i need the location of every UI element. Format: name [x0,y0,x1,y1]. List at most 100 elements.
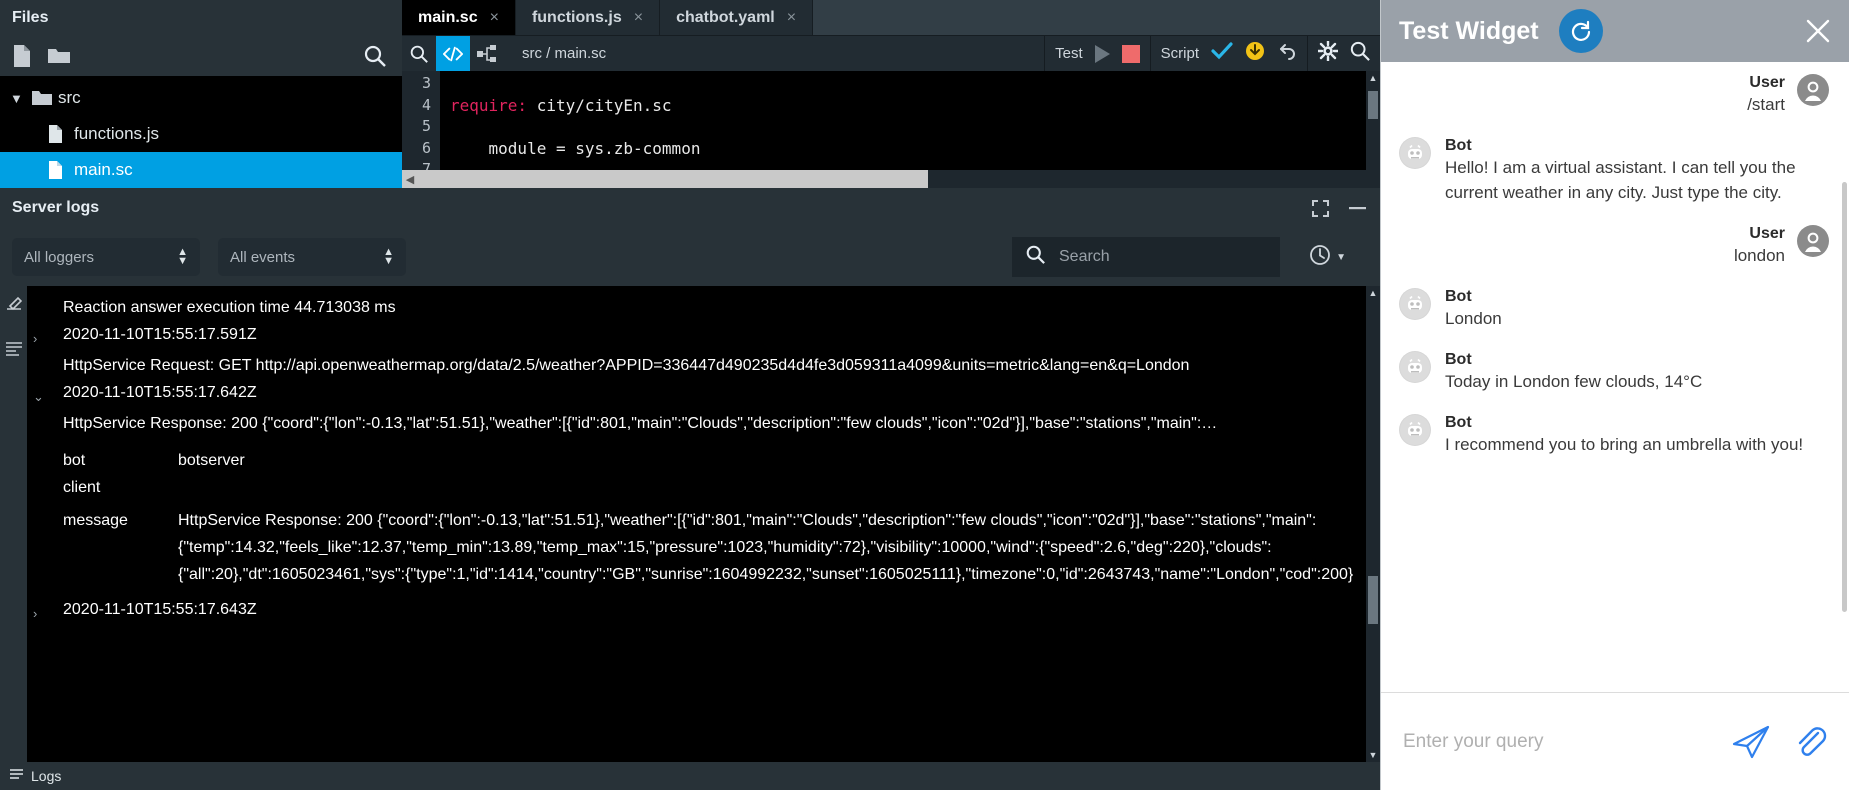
chat-message-body: Bot Today in London few clouds, 14°C [1431,351,1716,394]
log-entry[interactable]: › 2020-11-10T15:55:17.591Z [33,321,1354,352]
breadcrumb: src / main.sc [504,45,1044,62]
chat-message-body: User /start [1747,74,1797,117]
new-file-icon[interactable] [10,45,32,67]
tab-functions-js[interactable]: functions.js × [516,0,660,35]
scroll-thumb[interactable] [418,170,928,188]
chevron-right-icon[interactable]: › [33,321,63,352]
widget-query-input[interactable]: Enter your query [1403,731,1709,753]
chevron-updown-icon: ▲▼ [177,248,188,266]
status-bar-label[interactable]: Logs [31,768,61,784]
download-icon[interactable] [1245,41,1265,66]
code-rest: city/cityEn.sc [527,96,672,115]
files-panel-title: Files [0,0,402,36]
avatar [1797,74,1829,106]
log-arrow-spacer [33,410,63,414]
expand-icon[interactable] [1312,200,1329,217]
tab-main-sc[interactable]: main.sc × [402,0,516,35]
global-search-icon[interactable] [1350,41,1370,66]
line-number: 6 [402,138,431,160]
scroll-down-icon[interactable]: ▼ [1366,748,1380,762]
scroll-up-icon[interactable]: ▲ [1366,71,1380,85]
log-entry[interactable]: ⌄ 2020-11-10T15:55:17.642Z [33,379,1354,410]
tab-close-icon[interactable]: × [634,9,643,27]
folder-icon [32,90,58,106]
code-line: require: city/cityEn.sc [450,95,1380,117]
editor-tabbar: main.sc × functions.js × chatbot.yaml × [402,0,1380,35]
minimize-icon[interactable] [1349,207,1366,210]
editor-search-icon[interactable] [402,36,436,72]
logs-output[interactable]: Reaction answer execution time 44.713038… [27,286,1380,762]
new-folder-icon[interactable] [48,45,70,67]
loggers-filter-select[interactable]: All loggers ▲▼ [12,238,200,276]
tree-file-main-sc[interactable]: main.sc [0,152,402,188]
tree-folder-src[interactable]: ▼ src [0,80,402,116]
attachment-icon[interactable] [1793,724,1827,760]
scroll-left-icon[interactable]: ◀ [402,170,418,188]
gear-icon[interactable] [1318,41,1338,66]
log-entry-detail: HttpService Response: 200 {"coord":{"lon… [33,410,1354,437]
log-arrow-spacer [33,294,63,298]
stop-icon[interactable] [1122,45,1140,63]
tree-label: main.sc [74,160,133,180]
time-range-button[interactable]: ▼ [1309,244,1346,271]
code-editor[interactable]: 3 4 5 6 7 8 require: city/cityEn.sc modu… [402,71,1380,188]
scroll-thumb[interactable] [1368,91,1378,119]
test-controls: Test [1044,36,1150,72]
log-list-icon[interactable] [6,341,22,360]
tab-close-icon[interactable]: × [490,9,499,27]
close-icon[interactable] [1805,18,1831,44]
editor-panel: main.sc × functions.js × chatbot.yaml × [402,0,1380,188]
file-icon [48,125,74,143]
log-field-row: bot botserver [33,447,1354,474]
log-entry-timestamp: 2020-11-10T15:55:17.643Z [63,596,1354,623]
tabbar-filler [813,0,1380,35]
chevron-down-icon[interactable]: ⌄ [33,379,63,410]
scroll-up-icon[interactable]: ▲ [1366,286,1380,300]
logs-search-input[interactable]: Search [1012,237,1280,277]
tree-file-functions-js[interactable]: functions.js [0,116,402,152]
logs-scroll-content: Reaction answer execution time 44.713038… [27,286,1380,762]
file-tree: ▼ src functions.js main.sc [0,76,402,188]
logs-vertical-scrollbar[interactable]: ▲ ▼ [1366,286,1380,762]
send-icon[interactable] [1731,724,1771,760]
files-search-icon[interactable] [364,45,386,67]
scroll-thumb[interactable] [1368,576,1378,624]
code-view-icon[interactable] [436,36,470,72]
check-icon[interactable] [1211,42,1233,65]
graph-view-icon[interactable] [470,36,504,72]
log-field-value: HttpService Response: 200 {"coord":{"lon… [178,507,1354,588]
chat-message-body: User london [1734,225,1797,268]
log-entry-timestamp: 2020-11-10T15:55:17.642Z [63,379,1354,406]
editor-toolbar: src / main.sc Test Script [402,35,1380,71]
script-label: Script [1161,45,1199,62]
undo-icon[interactable] [1277,41,1297,66]
clear-logs-icon[interactable] [6,296,22,315]
log-field-row: client [33,474,1354,501]
widget-scrollbar[interactable] [1842,182,1847,612]
editor-horizontal-scrollbar[interactable]: ◀ [402,170,1366,188]
tab-close-icon[interactable]: × [787,9,796,27]
play-icon[interactable] [1095,45,1110,63]
chat-message-body: Bot I recommend you to bring an umbrella… [1431,414,1817,457]
events-filter-select[interactable]: All events ▲▼ [218,238,406,276]
tree-label: functions.js [74,124,159,144]
chevron-down-icon: ▼ [10,91,32,106]
chat-message-author: Bot [1445,137,1815,155]
clock-icon [1309,244,1331,271]
chat-message-bot: Bot Today in London few clouds, 14°C [1399,351,1829,394]
editor-vertical-scrollbar[interactable]: ▲ [1366,71,1380,188]
chat-message-text: London [1445,306,1502,331]
log-field-value: botserver [178,447,1354,474]
log-entry: Reaction answer execution time 44.713038… [33,294,1354,321]
chevron-updown-icon: ▲▼ [383,248,394,266]
chevron-right-icon[interactable]: › [33,596,63,627]
files-toolbar [0,36,402,76]
files-panel: Files ▼ src [0,0,402,188]
log-entry[interactable]: › 2020-11-10T15:55:17.643Z [33,596,1354,627]
tab-chatbot-yaml[interactable]: chatbot.yaml × [660,0,813,35]
chat-message-text: I recommend you to bring an umbrella wit… [1445,432,1803,457]
refresh-icon[interactable] [1559,9,1603,53]
app-root: Files ▼ src [0,0,1849,790]
search-icon [1026,245,1045,269]
log-field-row: message HttpService Response: 200 {"coor… [33,507,1354,588]
